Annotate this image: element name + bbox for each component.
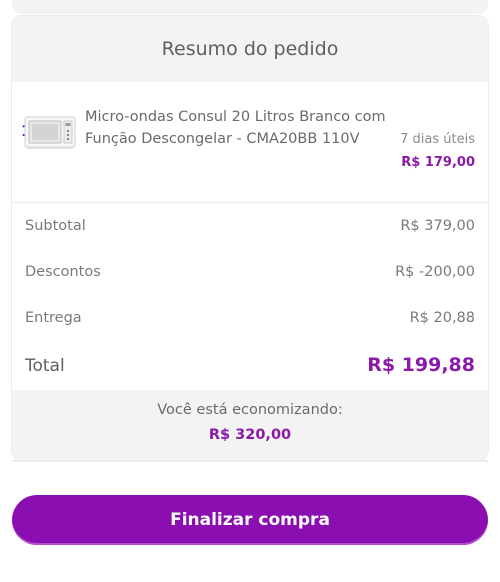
previous-section-edge (12, 0, 488, 14)
item-delivery-time: 7 dias úteis (400, 132, 475, 147)
delivery-row: Entrega R$ 20,88 (12, 310, 488, 334)
discount-row: Descontos R$ -200,00 (12, 264, 488, 288)
checkout-button[interactable]: Finalizar compra (12, 495, 488, 545)
order-summary-title: Resumo do pedido (12, 16, 488, 82)
order-item: 1 Micro-ondas Consul 20 Litros Branco co… (12, 82, 488, 203)
discount-label: Descontos (25, 264, 101, 280)
subtotal-row: Subtotal R$ 379,00 (12, 218, 488, 242)
delivery-label: Entrega (25, 310, 82, 326)
discount-value: R$ -200,00 (395, 264, 475, 280)
subtotal-value: R$ 379,00 (400, 218, 475, 234)
savings-value: R$ 320,00 (208, 427, 292, 443)
item-name: Micro-ondas Consul 20 Litros Branco com … (85, 109, 386, 147)
savings-banner: Você está economizando: R$ 320,00 (12, 390, 488, 460)
subtotal-label: Subtotal (25, 218, 86, 234)
savings-label: Você está economizando: (157, 402, 343, 418)
total-label: Total (25, 356, 65, 376)
divider (12, 460, 488, 462)
item-price: R$ 179,00 (401, 155, 475, 170)
total-value: R$ 199,88 (367, 354, 475, 376)
delivery-value: R$ 20,88 (409, 310, 475, 326)
total-row: Total R$ 199,88 (12, 354, 488, 384)
microwave-icon (24, 116, 76, 149)
order-summary-card: Resumo do pedido 1 Micro-ondas Consul 20… (12, 16, 488, 460)
